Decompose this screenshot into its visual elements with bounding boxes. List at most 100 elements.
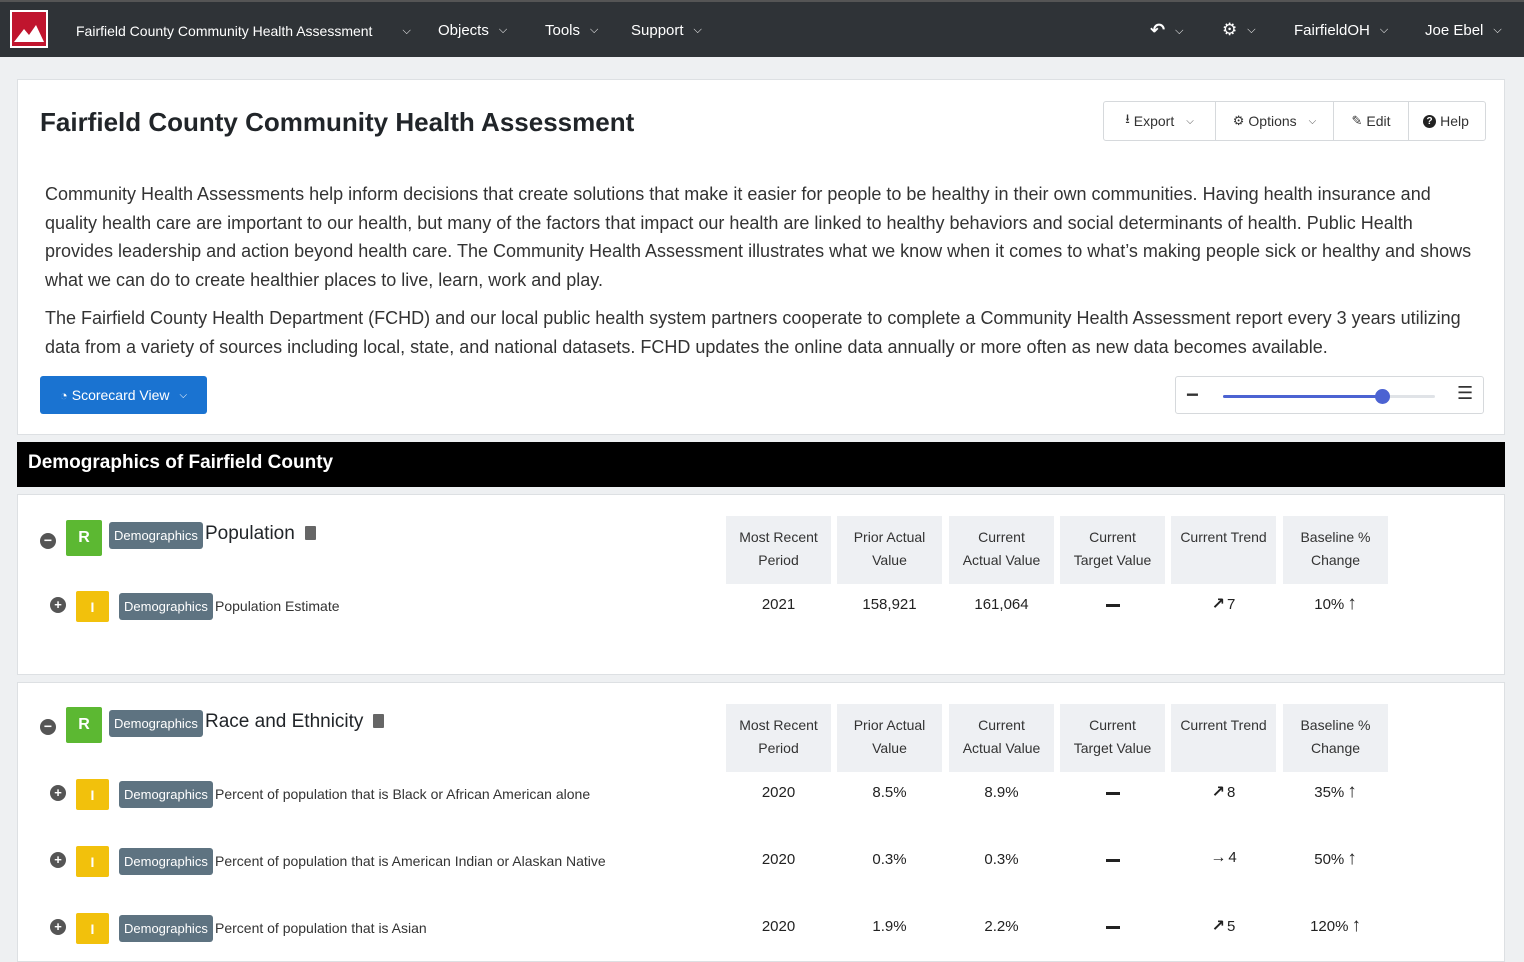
trend-value: 5 bbox=[1227, 918, 1236, 935]
empty-dash-icon bbox=[1105, 925, 1120, 929]
nav-menu-objects[interactable]: Objects ⌵ bbox=[438, 22, 507, 39]
column-header-line: Prior Actual bbox=[853, 529, 926, 545]
trend-arrow-icon: ↗ bbox=[1211, 784, 1226, 801]
menu-icon[interactable]: ☰ bbox=[1457, 383, 1473, 404]
export-icon: ⭳ bbox=[1125, 111, 1130, 126]
column-header: Prior Actual Value bbox=[837, 516, 942, 584]
category-tag[interactable]: Demographics bbox=[119, 848, 213, 875]
cell-target-value bbox=[1060, 851, 1165, 868]
column-header: Baseline % Change bbox=[1283, 516, 1388, 584]
baseline-value: 35% bbox=[1314, 784, 1345, 801]
cell-baseline-change: 120% ↑ bbox=[1283, 915, 1388, 937]
status-badge: I bbox=[76, 913, 109, 944]
edit-label: Edit bbox=[1366, 113, 1391, 129]
column-header: Current Trend bbox=[1171, 516, 1276, 584]
cell-prior-value: 8.5% bbox=[872, 784, 907, 801]
column-header-line: Value bbox=[872, 740, 907, 756]
expand-icon[interactable]: + bbox=[50, 919, 66, 935]
expand-icon[interactable]: + bbox=[50, 785, 66, 801]
export-button[interactable]: ⭳ Export ⌵ bbox=[1104, 102, 1216, 140]
nav-org-menu[interactable]: FairfieldOH ⌵ bbox=[1294, 22, 1388, 39]
column-header: Baseline % Change bbox=[1283, 704, 1388, 772]
nav-app-title[interactable]: Fairfield County Community Health Assess… bbox=[76, 23, 411, 40]
document-icon[interactable] bbox=[304, 526, 316, 540]
arrow-up-icon: ↑ bbox=[1347, 593, 1357, 614]
arrow-up-icon: ↑ bbox=[1347, 781, 1357, 802]
expand-icon[interactable]: + bbox=[50, 852, 66, 868]
collapse-icon[interactable]: − bbox=[40, 719, 56, 735]
document-icon[interactable] bbox=[373, 714, 385, 728]
category-tag[interactable]: Demographics bbox=[119, 593, 213, 620]
cell-period: 2021 bbox=[761, 596, 796, 613]
zoom-out-button[interactable]: − bbox=[1186, 382, 1199, 408]
app-logo[interactable] bbox=[10, 10, 48, 48]
cell-trend: ↗ 8 bbox=[1171, 782, 1276, 802]
column-header-line: Value bbox=[872, 552, 907, 568]
zoom-slider-thumb[interactable] bbox=[1375, 389, 1390, 404]
nav-menu-support[interactable]: Support ⌵ bbox=[631, 22, 702, 39]
options-button[interactable]: ⚙ Options ⌵ bbox=[1216, 102, 1334, 140]
nav-user-label: Joe Ebel bbox=[1425, 22, 1484, 39]
measure-label[interactable]: Percent of population that is Asian bbox=[215, 920, 427, 936]
measure-label[interactable]: Population Estimate bbox=[215, 598, 340, 614]
page-title: Fairfield County Community Health Assess… bbox=[40, 107, 635, 137]
column-header: Most Recent Period bbox=[726, 516, 831, 584]
chevron-down-icon: ⌵ bbox=[498, 24, 508, 36]
nav-menu-tools[interactable]: Tools ⌵ bbox=[545, 22, 598, 39]
baseline-value: 10% bbox=[1314, 596, 1345, 613]
chevron-down-icon: ⌵ bbox=[693, 24, 702, 36]
cell-baseline-change: 35% ↑ bbox=[1283, 781, 1388, 803]
expand-icon[interactable]: + bbox=[50, 597, 66, 613]
column-header-line: Actual Value bbox=[962, 552, 1041, 568]
chevron-down-icon: ⌵ bbox=[1379, 24, 1389, 36]
nav-user-menu[interactable]: Joe Ebel ⌵ bbox=[1425, 22, 1502, 39]
nav-undo-menu[interactable]: ↶ ⌵ bbox=[1150, 20, 1183, 41]
column-header: Most Recent Period bbox=[726, 704, 831, 772]
measure-label[interactable]: Percent of population that is Black or A… bbox=[215, 786, 590, 802]
collapse-icon[interactable]: − bbox=[40, 533, 56, 549]
measure-label[interactable]: Percent of population that is American I… bbox=[215, 853, 606, 869]
help-button[interactable]: ? Help bbox=[1409, 102, 1483, 140]
scorecard-view-button[interactable]: ◔ Scorecard View ⌵ bbox=[40, 376, 207, 414]
arrow-up-icon: ↑ bbox=[1351, 915, 1361, 936]
column-header-line: Actual Value bbox=[962, 740, 1041, 756]
category-tag[interactable]: Demographics bbox=[109, 710, 203, 737]
chevron-down-icon: ⌵ bbox=[1175, 25, 1184, 37]
cell-period: 2020 bbox=[761, 918, 796, 935]
trend-arrow-icon: → bbox=[1210, 849, 1227, 866]
chevron-down-icon: ⌵ bbox=[590, 24, 599, 36]
cell-target-value bbox=[1060, 918, 1165, 935]
column-header-line: Most Recent bbox=[739, 529, 818, 545]
group-title[interactable]: Population bbox=[205, 523, 316, 545]
dashboard-icon: ◔ bbox=[59, 387, 68, 403]
trend-value: 8 bbox=[1227, 784, 1236, 801]
cell-baseline-change: 50% ↑ bbox=[1283, 848, 1388, 870]
status-badge: I bbox=[76, 779, 109, 810]
cell-current-value: 8.9% bbox=[984, 784, 1019, 801]
cell-period: 2020 bbox=[761, 851, 796, 868]
column-header-line: Period bbox=[758, 740, 799, 756]
edit-icon: ✎ bbox=[1351, 113, 1363, 128]
edit-button[interactable]: ✎ Edit bbox=[1334, 102, 1409, 140]
zoom-slider[interactable] bbox=[1223, 389, 1435, 404]
column-header-line: Target Value bbox=[1073, 552, 1152, 568]
column-header-line: Change bbox=[1310, 740, 1361, 756]
trend-value: 7 bbox=[1227, 596, 1236, 613]
column-header: Current Target Value bbox=[1060, 704, 1165, 772]
nav-menu-label: Objects bbox=[438, 22, 489, 39]
cell-trend: ↗ 7 bbox=[1171, 594, 1276, 614]
trend-arrow-icon: ↗ bbox=[1211, 918, 1226, 935]
category-tag[interactable]: Demographics bbox=[109, 522, 203, 549]
nav-settings-menu[interactable]: ⚙ ⌵ bbox=[1222, 20, 1256, 40]
description: Community Health Assessments help inform… bbox=[45, 180, 1485, 371]
category-tag[interactable]: Demographics bbox=[119, 781, 213, 808]
category-tag[interactable]: Demographics bbox=[119, 915, 213, 942]
toolbar-button-group: ⭳ Export ⌵ ⚙ Options ⌵ ✎ Edit ? Help bbox=[1103, 101, 1486, 141]
column-header-line: Current bbox=[978, 717, 1025, 733]
group-title[interactable]: Race and Ethnicity bbox=[205, 711, 385, 733]
baseline-value: 120% bbox=[1310, 918, 1349, 935]
column-header-line: Current Trend bbox=[1180, 717, 1267, 733]
status-badge: R bbox=[66, 707, 102, 743]
chevron-down-icon: ⌵ bbox=[1308, 115, 1317, 127]
column-header: Current Target Value bbox=[1060, 516, 1165, 584]
